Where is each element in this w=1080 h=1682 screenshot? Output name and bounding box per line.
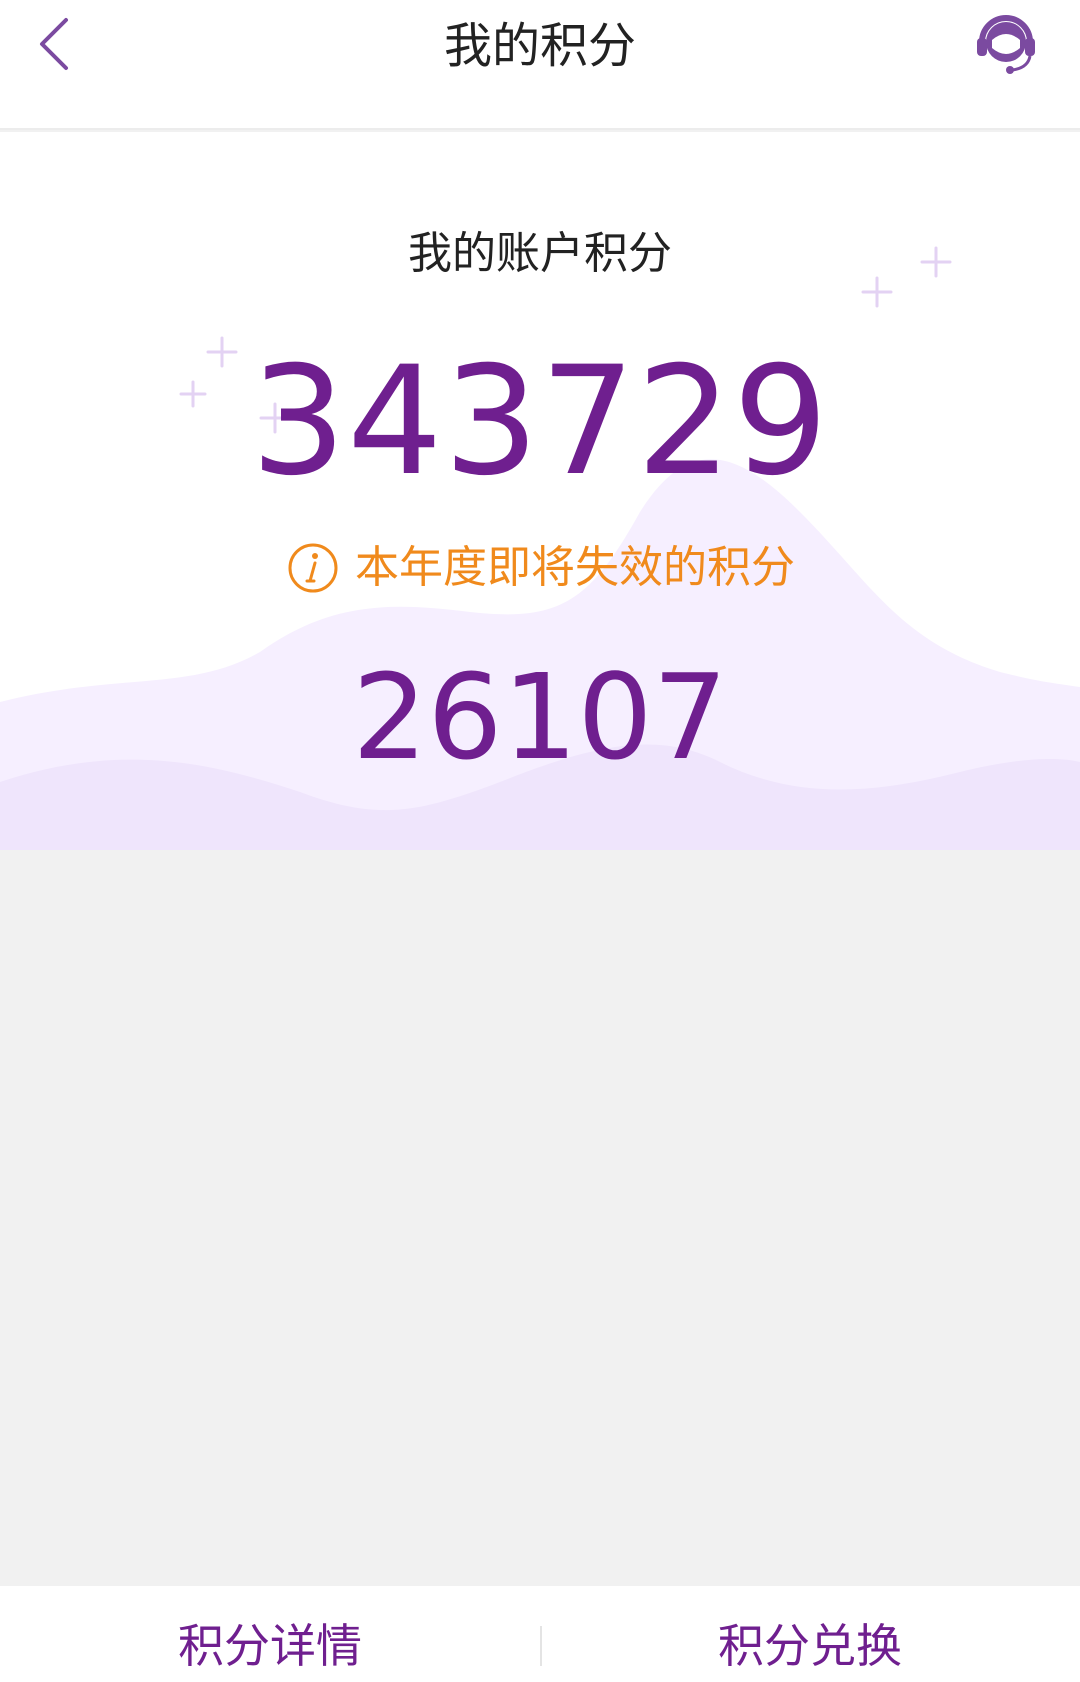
total-points-value: 343729 [250,335,830,509]
info-icon [285,540,341,596]
points-details-button[interactable]: 积分详情 [0,1586,540,1682]
points-summary-card: 我的账户积分 343729 本年度即将失效的积分 26107 [0,132,1080,850]
expiring-points-notice: 本年度即将失效的积分 [0,540,1080,596]
customer-service-button[interactable] [970,10,1042,82]
page-title: 我的积分 [443,18,636,74]
top-nav-bar: 我的积分 [0,0,1080,130]
expiring-points-label: 本年度即将失效的积分 [355,542,795,593]
customer-service-icon [972,10,1040,82]
expiring-points-value: 26107 [352,648,728,786]
bottom-action-bar: 积分详情 积分兑换 [0,1586,1080,1682]
account-points-label: 我的账户积分 [408,228,672,279]
points-exchange-button[interactable]: 积分兑换 [540,1586,1080,1682]
bottom-divider [540,1626,542,1666]
points-page: 我的积分 我的账户积分 343729 本年度即将失效的积分 26107 积分详情… [0,0,1080,1682]
